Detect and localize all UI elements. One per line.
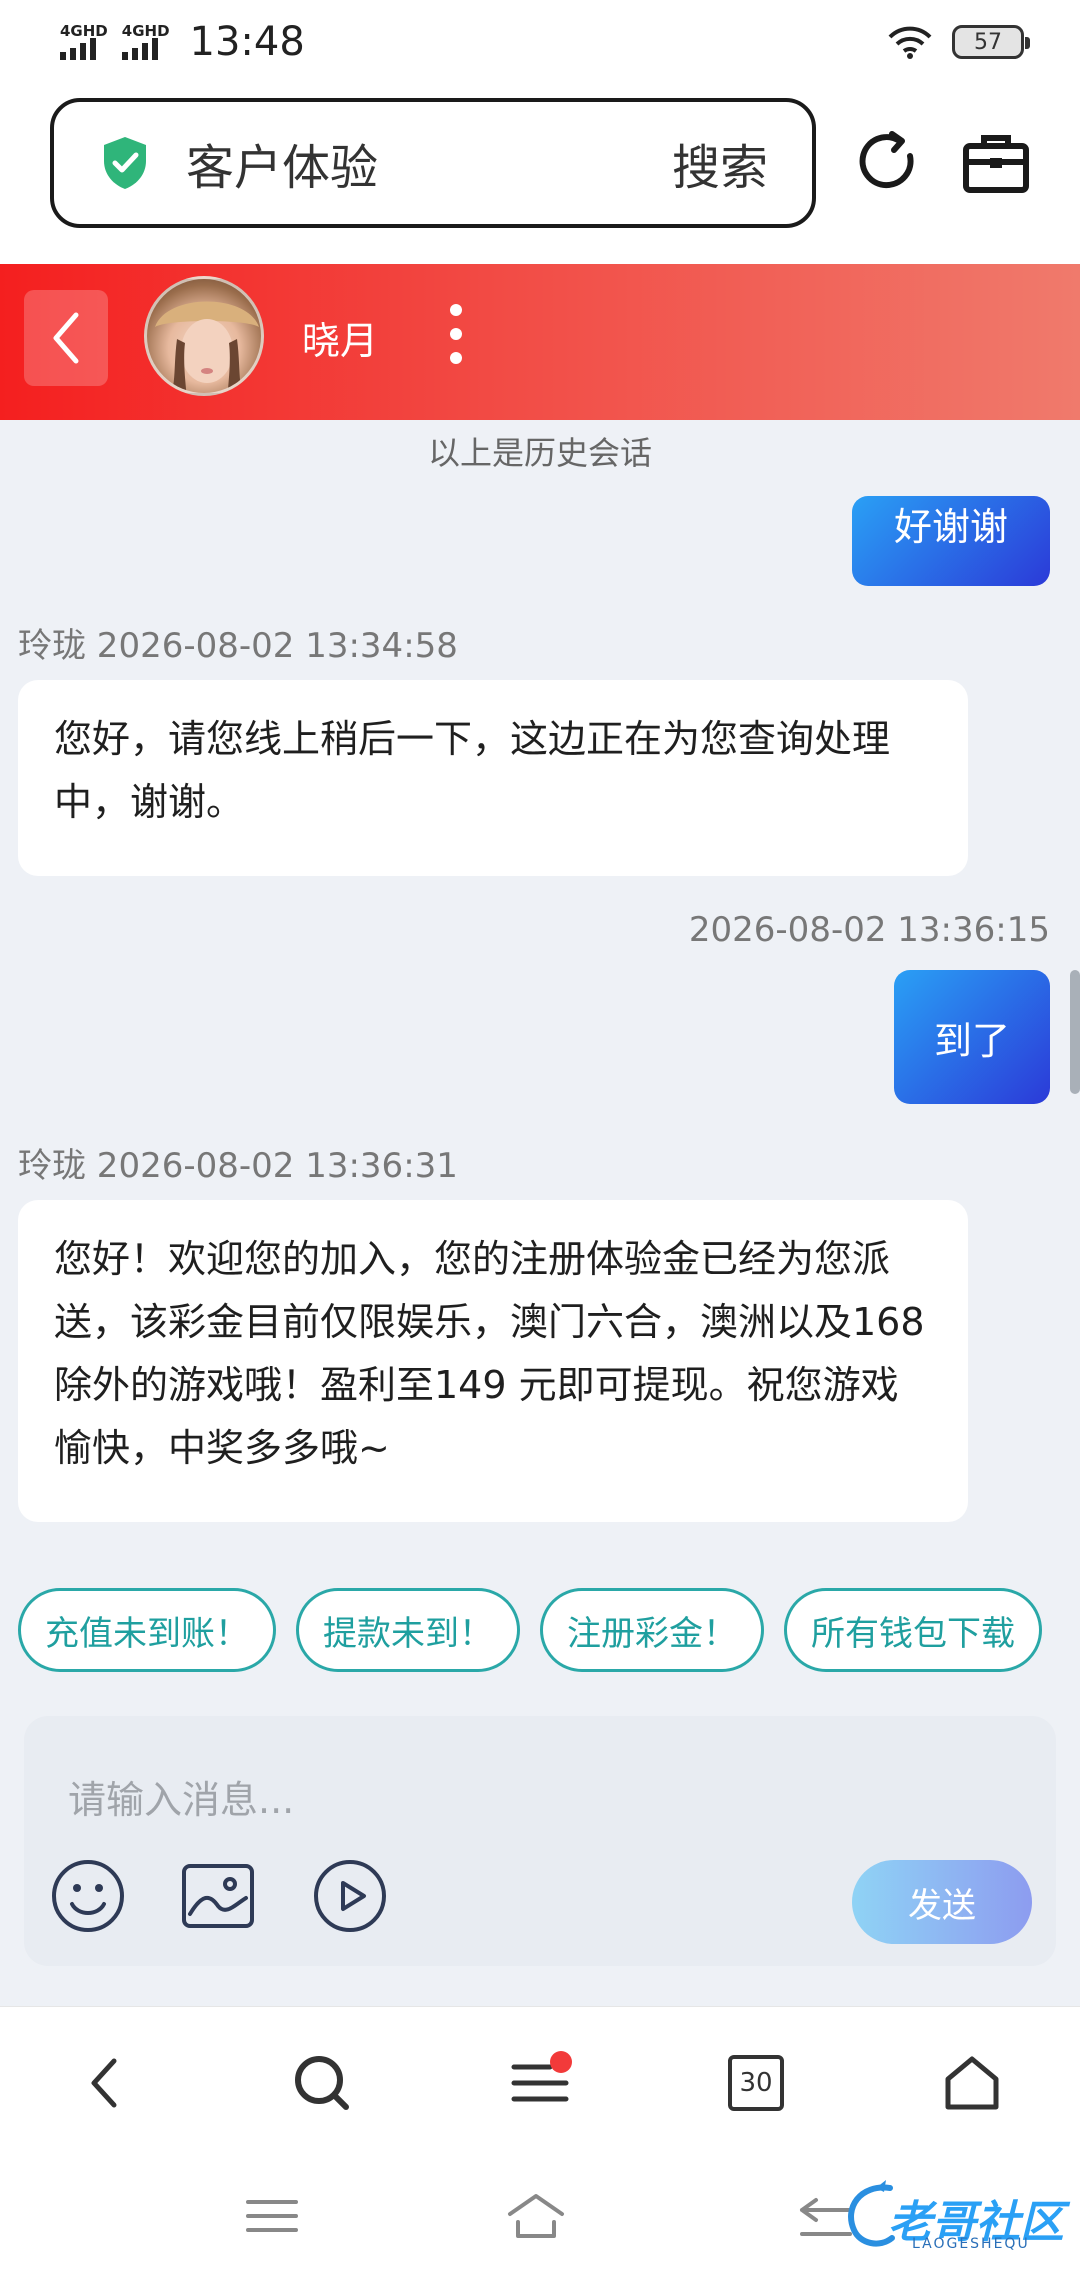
avatar-image — [155, 301, 259, 393]
wifi-icon — [888, 26, 932, 59]
watermark-subtext: LAOGESHEQU — [912, 2236, 1030, 2252]
message-meta: 玲珑 2026-08-02 13:36:31 — [18, 1146, 458, 1186]
quick-reply-chip[interactable]: 提款未到！ — [296, 1588, 520, 1672]
address-text: 客户体验 — [186, 140, 379, 196]
status-bar: 4GHD 4GHD 13:48 57 — [0, 0, 1080, 84]
contact-name: 晓月 — [302, 319, 379, 363]
tabs-count-icon: 30 — [728, 2055, 784, 2111]
message-meta: 2026-08-02 13:36:15 — [688, 910, 1050, 950]
browser-toolbar: 客户体验 搜索 — [0, 84, 1080, 264]
quick-replies: 充值未到账！ 提款未到！ 注册彩金！ 所有钱包下载 — [0, 1570, 1080, 1690]
signal-indicator-2: 4GHD — [121, 22, 170, 60]
image-icon[interactable] — [180, 1858, 256, 1934]
message-input[interactable] — [68, 1770, 968, 1830]
search-button[interactable]: 搜索 — [672, 128, 768, 198]
menu-button[interactable] — [510, 2051, 572, 2113]
signal-bars-icon — [60, 38, 96, 60]
clock: 13:48 — [189, 19, 305, 65]
message-incoming[interactable]: 您好！欢迎您的加入，您的注册体验金已经为您派送，该彩金目前仅限娱乐，澳门六合，澳… — [18, 1200, 968, 1522]
chat-messages[interactable]: 以上是历史会话 好谢谢 玲珑 2026-08-02 13:34:58 您好，请您… — [0, 420, 1080, 1570]
back-button[interactable] — [24, 290, 108, 386]
tabs-count: 30 — [739, 2068, 773, 2098]
message-text: 您好！欢迎您的加入，您的注册体验金已经为您派送，该彩金目前仅限娱乐，澳门六合，澳… — [54, 1237, 925, 1470]
toolbox-icon[interactable] — [960, 126, 1032, 198]
signal-bars-icon — [121, 38, 158, 60]
message-incoming[interactable]: 您好，请您线上稍后一下，这边正在为您查询处理中，谢谢。 — [18, 680, 968, 876]
message-text: 好谢谢 — [893, 505, 1008, 549]
quick-reply-chip[interactable]: 充值未到账！ — [18, 1588, 276, 1672]
recents-icon[interactable] — [242, 2190, 302, 2242]
signal-indicator-1: 4GHD — [60, 24, 108, 60]
notification-dot — [550, 2051, 572, 2073]
message-outgoing[interactable]: 好谢谢 — [852, 496, 1050, 586]
chevron-left-icon — [53, 312, 79, 364]
message-outgoing[interactable]: 到了 — [894, 970, 1050, 1104]
watermark-logo: 老哥社区 LAOGESHEQU — [840, 2168, 1070, 2268]
home-icon[interactable] — [942, 2053, 1002, 2113]
tabs-button[interactable]: 30 — [728, 2055, 784, 2111]
message-text: 到了 — [933, 1018, 1010, 1063]
quick-reply-chip[interactable]: 注册彩金！ — [540, 1588, 764, 1672]
message-text: 您好，请您线上稍后一下，这边正在为您查询处理中，谢谢。 — [54, 717, 891, 824]
signal-label: 4GHD — [60, 22, 108, 40]
chat-header: 晓月 — [0, 264, 1080, 420]
history-divider: 以上是历史会话 — [427, 434, 652, 472]
browser-nav-bar: 30 — [0, 2006, 1080, 2156]
send-button[interactable]: 发送 — [852, 1860, 1032, 1944]
more-options-icon[interactable] — [446, 304, 466, 376]
video-play-icon[interactable] — [312, 1858, 388, 1934]
send-button-label: 发送 — [908, 1885, 976, 1926]
emoji-icon[interactable] — [50, 1858, 126, 1934]
battery-indicator: 57 — [952, 25, 1030, 59]
avatar[interactable] — [144, 276, 264, 396]
battery-level: 57 — [974, 29, 1002, 55]
refresh-icon[interactable] — [852, 126, 924, 198]
chat-scrollbar[interactable] — [1070, 970, 1080, 1094]
shield-check-icon — [104, 137, 146, 189]
home-icon[interactable] — [506, 2190, 566, 2242]
search-icon[interactable] — [292, 2053, 352, 2113]
signal-label: 4GHD — [121, 22, 170, 40]
address-bar[interactable]: 客户体验 搜索 — [50, 98, 816, 228]
message-meta: 玲珑 2026-08-02 13:34:58 — [18, 626, 458, 666]
chevron-left-icon[interactable] — [76, 2053, 136, 2113]
message-composer: 发送 — [24, 1716, 1056, 1966]
quick-reply-chip[interactable]: 所有钱包下载 — [784, 1588, 1042, 1672]
